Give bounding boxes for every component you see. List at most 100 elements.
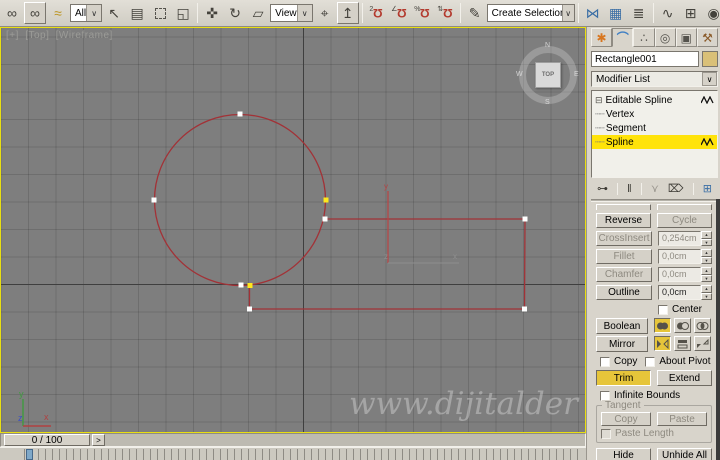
utilities-tab[interactable]: ⚒ — [696, 28, 719, 47]
schematic-view-icon[interactable]: ⊞ — [680, 2, 702, 24]
cross-insert-value[interactable]: 0,254cm — [658, 231, 701, 246]
spinner-down-icon[interactable]: ▼ — [701, 256, 712, 264]
outline-button[interactable]: Outline — [596, 285, 652, 300]
cross-insert-spinner: 0,254cm ▲ ▼ — [658, 231, 712, 246]
material-editor-icon[interactable]: ◉ — [703, 2, 720, 24]
named-selection-set-dropdown[interactable]: Create Selection Se ∨ — [486, 4, 575, 22]
stack-item-vertex[interactable]: ┄┄ Vertex — [592, 107, 717, 121]
outline-value[interactable]: 0,0cm — [658, 285, 701, 300]
mirror-button[interactable]: Mirror — [596, 336, 648, 352]
mirror-icon[interactable]: ⋈ — [582, 2, 604, 24]
mirror-both-icon[interactable] — [694, 336, 711, 351]
about-pivot-checkbox[interactable] — [645, 356, 656, 367]
select-and-rotate-icon[interactable]: ↻ — [224, 2, 246, 24]
chevron-down-icon: ∨ — [296, 5, 312, 21]
fillet-button[interactable]: Fillet — [596, 249, 652, 264]
trim-button[interactable]: Trim — [596, 370, 651, 386]
display-tab[interactable]: ▣ — [675, 28, 697, 47]
make-unique-icon[interactable]: ⋎ — [651, 182, 659, 195]
viewcube-top-face[interactable]: TOP — [535, 62, 561, 88]
boolean-union-icon[interactable] — [654, 318, 671, 333]
boolean-button[interactable]: Boolean — [596, 318, 648, 334]
spinner-down-icon[interactable]: ▼ — [701, 238, 712, 246]
spinner-down-icon[interactable]: ▼ — [701, 292, 712, 300]
select-and-scale-icon[interactable]: ▱ — [247, 2, 269, 24]
chamfer-value[interactable]: 0,0cm — [658, 267, 701, 282]
pin-stack-icon[interactable]: ⊶ — [597, 182, 608, 195]
next-frame-button[interactable]: > — [92, 434, 105, 446]
bind-to-space-warp-icon[interactable]: ≈ — [47, 2, 69, 24]
viewcube[interactable]: N E S W TOP — [515, 42, 581, 108]
current-frame-marker[interactable] — [26, 449, 33, 460]
mirror-horizontal-icon[interactable] — [654, 336, 671, 351]
spline-vertices[interactable] — [151, 111, 528, 312]
remove-modifier-icon[interactable]: ⌦ — [668, 182, 684, 195]
modify-tab[interactable]: ⌒ — [612, 28, 634, 47]
spinner-up-icon[interactable]: ▲ — [701, 231, 712, 239]
reverse-button[interactable]: Reverse — [596, 213, 651, 228]
fillet-value[interactable]: 0,0cm — [658, 249, 701, 264]
stack-item-segment[interactable]: ┄┄ Segment — [592, 121, 717, 135]
select-and-move-icon[interactable]: ✜ — [201, 2, 223, 24]
spinner-up-icon[interactable]: ▲ — [701, 285, 712, 293]
copy-checkbox[interactable] — [600, 356, 610, 367]
hide-button[interactable]: Hide — [596, 448, 651, 460]
configure-modifier-sets-icon[interactable]: ⊞ — [703, 182, 712, 195]
cross-insert-button[interactable]: CrossInsert — [596, 231, 652, 246]
layer-manager-icon[interactable]: ≣ — [628, 2, 650, 24]
unhide-all-button[interactable]: Unhide All — [657, 448, 712, 460]
window-crossing-icon[interactable]: ◱ — [172, 2, 194, 24]
center-checkbox[interactable] — [658, 304, 668, 315]
reference-coordinate-dropdown[interactable]: View ∨ — [270, 4, 313, 22]
time-slider[interactable]: 0 / 100 > — [0, 433, 586, 447]
display-tab-icon: ▣ — [680, 30, 692, 45]
chamfer-button[interactable]: Chamfer — [596, 267, 652, 282]
collapse-icon[interactable]: ⊟ — [595, 95, 603, 106]
show-end-result-icon[interactable]: ‖ — [627, 183, 632, 195]
infinite-bounds-checkbox[interactable] — [600, 390, 610, 401]
boolean-intersection-icon[interactable] — [694, 318, 711, 333]
snaps-toggle-icon[interactable]: 2Ω — [366, 2, 388, 24]
hierarchy-tab[interactable]: ∴ — [633, 28, 655, 47]
selection-filter-dropdown[interactable]: All ∨ — [70, 4, 103, 22]
percent-snap-icon[interactable]: % Ω — [412, 2, 434, 24]
select-object-icon[interactable]: ↖ — [103, 2, 125, 24]
viewport-top[interactable]: [+] [Top] [Wireframe] y z x y x z N E S … — [0, 27, 586, 433]
cutoff-button[interactable] — [657, 204, 712, 210]
spinner-snap-icon[interactable]: ⇅ Ω — [435, 2, 457, 24]
select-by-name-icon[interactable]: ▤ — [126, 2, 148, 24]
mirror-vertical-icon[interactable] — [674, 336, 691, 351]
tangent-copy-button[interactable]: Copy — [601, 412, 651, 426]
motion-tab[interactable]: ◎ — [654, 28, 676, 47]
circle-spline[interactable] — [153, 113, 327, 287]
track-bar[interactable] — [0, 447, 586, 460]
select-and-manipulate-icon[interactable]: ↥ — [336, 2, 359, 24]
select-and-link-icon[interactable]: ∞ — [1, 2, 23, 24]
tangent-paste-button[interactable]: Paste — [657, 412, 707, 426]
create-tab[interactable]: ✱ — [591, 28, 613, 47]
cycle-button[interactable]: Cycle — [657, 213, 712, 228]
time-slider-handle[interactable]: 0 / 100 — [4, 434, 90, 446]
unlink-selection-icon[interactable]: ∞ — [24, 2, 46, 24]
boolean-subtraction-icon[interactable] — [674, 318, 691, 333]
stack-item-spline[interactable]: ┄┄ Spline — [592, 135, 717, 149]
object-name-field[interactable] — [591, 51, 699, 67]
named-selection-sets-icon[interactable]: ✎ — [464, 2, 486, 24]
extend-button[interactable]: Extend — [657, 370, 712, 386]
paste-length-checkbox[interactable] — [601, 428, 611, 439]
panel-scrollbar[interactable] — [716, 199, 720, 460]
object-color-swatch[interactable] — [702, 51, 718, 67]
first-vertices[interactable] — [247, 197, 329, 289]
use-pivot-point-center-icon[interactable]: ⌖ — [314, 2, 336, 24]
angle-snap-icon[interactable]: ∠ Ω — [389, 2, 411, 24]
modifier-list-dropdown[interactable]: Modifier List ∨ — [591, 71, 718, 87]
spinner-up-icon[interactable]: ▲ — [701, 249, 712, 257]
curve-editor-icon[interactable]: ∿ — [657, 2, 679, 24]
align-icon[interactable]: ▦ — [605, 2, 627, 24]
rectangular-selection-region-icon[interactable] — [149, 2, 171, 24]
spinner-up-icon[interactable]: ▲ — [701, 267, 712, 275]
spinner-down-icon[interactable]: ▼ — [701, 274, 712, 282]
stack-item-editable-spline[interactable]: ⊟ Editable Spline — [592, 93, 717, 107]
rectangle-spline[interactable] — [248, 218, 526, 310]
cutoff-button[interactable] — [596, 204, 651, 210]
